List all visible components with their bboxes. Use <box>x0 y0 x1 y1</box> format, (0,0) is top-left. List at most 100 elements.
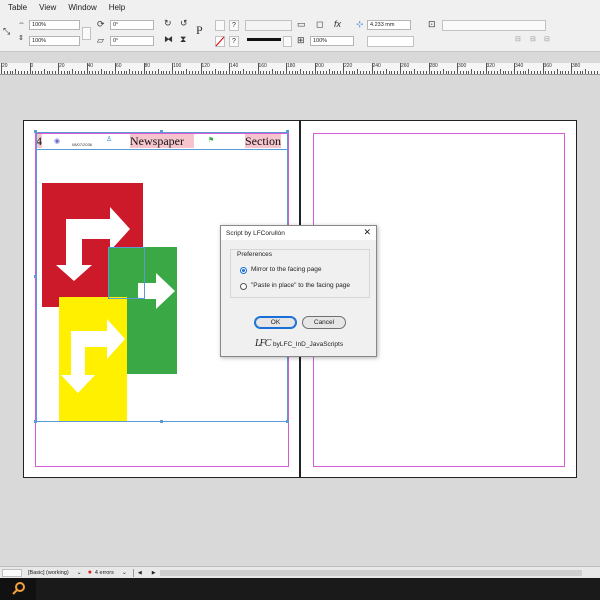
handle-top-right[interactable] <box>286 130 289 133</box>
ruler-tick <box>374 71 376 74</box>
menu-help[interactable]: Help <box>109 3 125 12</box>
flip-vertical-icon[interactable]: ⧗ <box>180 34 186 44</box>
shear-field[interactable]: 0° <box>110 36 154 46</box>
ruler-tick <box>380 71 382 74</box>
ruler-tick <box>300 69 302 74</box>
align-left-icon[interactable]: ⊟ <box>515 35 521 45</box>
ruler-tick <box>280 71 282 74</box>
corner-icon[interactable]: ◻ <box>316 19 323 29</box>
stroke-type-swatch[interactable] <box>247 38 281 41</box>
scale-y-field[interactable]: 100% <box>29 36 80 46</box>
fill-none-swatch[interactable] <box>215 36 225 47</box>
ruler-tick <box>334 71 336 74</box>
menu-view[interactable]: View <box>39 3 56 12</box>
ruler-tick <box>134 71 136 74</box>
ruler-tick <box>288 71 290 74</box>
ruler-tick <box>146 71 148 74</box>
ruler-number: 260 <box>401 63 410 69</box>
ruler-tick <box>442 69 444 74</box>
help-button-1[interactable]: ? <box>229 20 239 31</box>
ruler-tick <box>189 71 191 74</box>
direct-select-icon[interactable]: ⤡ <box>3 26 10 36</box>
rotate-ccw-icon[interactable]: ↺ <box>180 18 188 28</box>
chevron-down-icon[interactable]: ⌄ <box>77 569 82 576</box>
ruler-tick <box>186 69 188 74</box>
taskbar-search[interactable] <box>0 578 36 600</box>
ok-button[interactable]: OK <box>254 316 297 329</box>
status-bar: [Basic] (working) ⌄ ● 4 errors ⌄ ◀ ▶ <box>0 566 600 578</box>
preflight-errors[interactable]: 4 errors <box>95 570 114 576</box>
option-paste-label[interactable]: "Paste in place" to the facing page <box>251 282 350 289</box>
zoom-field[interactable] <box>2 568 22 577</box>
stroke-weight-dropdown[interactable] <box>245 20 292 31</box>
ruler-tick <box>3 71 5 74</box>
handle-bottom-right[interactable] <box>286 420 289 423</box>
grid-icon[interactable]: ⊞ <box>297 35 305 45</box>
ruler-tick <box>320 71 322 74</box>
help-button-2[interactable]: ? <box>229 36 239 47</box>
spacing-field[interactable]: 4.233 mm <box>367 20 411 30</box>
rotate-field[interactable]: 0° <box>110 20 154 30</box>
scroll-right-icon[interactable]: ▶ <box>152 570 156 576</box>
ruler-tick <box>229 63 230 74</box>
scale-x-field[interactable]: 100% <box>29 20 80 30</box>
text-wrap-dropdown[interactable] <box>367 36 414 47</box>
cancel-button[interactable]: Cancel <box>302 316 346 329</box>
handle-bottom-center[interactable] <box>160 420 163 423</box>
ruler-number: 280 <box>429 63 438 69</box>
handle-top-center[interactable] <box>160 130 163 133</box>
dialog-titlebar[interactable]: Script by LFCorullón ✕ <box>221 226 376 240</box>
scroll-left-icon[interactable]: ◀ <box>138 570 142 576</box>
ruler-tick <box>408 71 410 74</box>
horizontal-ruler[interactable]: 20 0 20 40 60 80 100 120 140 160 180 200 220 240 260 28… <box>0 63 600 75</box>
radio-paste-in-place[interactable] <box>240 283 247 290</box>
ruler-tick <box>585 69 587 74</box>
ruler-tick <box>117 71 119 74</box>
handle-middle-left[interactable] <box>34 275 37 278</box>
none-swatch-icon <box>215 36 225 47</box>
object-style-dropdown[interactable] <box>442 20 546 31</box>
rotate-angle-icon: ⟳ <box>97 19 105 29</box>
ruler-tick <box>115 63 116 74</box>
rotate-cw-icon[interactable]: ↻ <box>164 18 172 28</box>
handle-bottom-left[interactable] <box>34 420 37 423</box>
align-center-icon[interactable]: ⊟ <box>530 35 536 45</box>
radio-mirror[interactable] <box>240 267 247 274</box>
rotate-value: 0° <box>113 22 119 28</box>
errors-chevron-icon[interactable]: ⌄ <box>122 569 127 576</box>
constrain-proportions-button[interactable] <box>82 27 91 40</box>
ruler-tick <box>488 71 490 74</box>
stroke-type-dropdown[interactable] <box>283 36 292 47</box>
taskbar <box>0 578 600 600</box>
paragraph-icon[interactable]: P <box>196 24 203 36</box>
ruler-tick <box>505 71 507 74</box>
option-mirror-label[interactable]: Mirror to the facing page <box>251 266 321 273</box>
menu-window[interactable]: Window <box>68 3 96 12</box>
opacity-field[interactable]: 100% <box>310 36 354 46</box>
ruler-number: 360 <box>543 63 552 69</box>
ruler-tick <box>351 71 353 74</box>
horizontal-scrollbar[interactable] <box>159 569 582 576</box>
ruler-tick <box>66 71 68 74</box>
ruler-tick <box>20 71 22 74</box>
handle-top-left[interactable] <box>34 130 37 133</box>
effects-icon[interactable]: fx <box>334 19 341 29</box>
ruler-tick <box>536 71 538 74</box>
menu-table[interactable]: Table <box>8 3 27 12</box>
ruler-tick <box>174 71 176 74</box>
stroke-icon[interactable]: ▭ <box>297 19 306 29</box>
ruler-tick <box>593 71 595 74</box>
ruler-tick <box>397 71 399 74</box>
ruler-tick <box>596 71 598 74</box>
frame-fitting-icon[interactable]: ⊡ <box>428 19 436 29</box>
preflight-profile[interactable]: [Basic] (working) <box>28 570 69 576</box>
flip-horizontal-icon[interactable]: ⧓ <box>164 34 173 44</box>
ruler-tick <box>95 71 97 74</box>
close-icon[interactable]: ✕ <box>363 227 371 238</box>
ruler-tick <box>9 71 11 74</box>
help-glyph-2: ? <box>232 38 236 45</box>
align-right-icon[interactable]: ⊟ <box>544 35 550 45</box>
ruler-tick <box>343 63 344 74</box>
select-container-button[interactable] <box>215 20 225 31</box>
lfc-logo: LFC <box>255 338 271 349</box>
